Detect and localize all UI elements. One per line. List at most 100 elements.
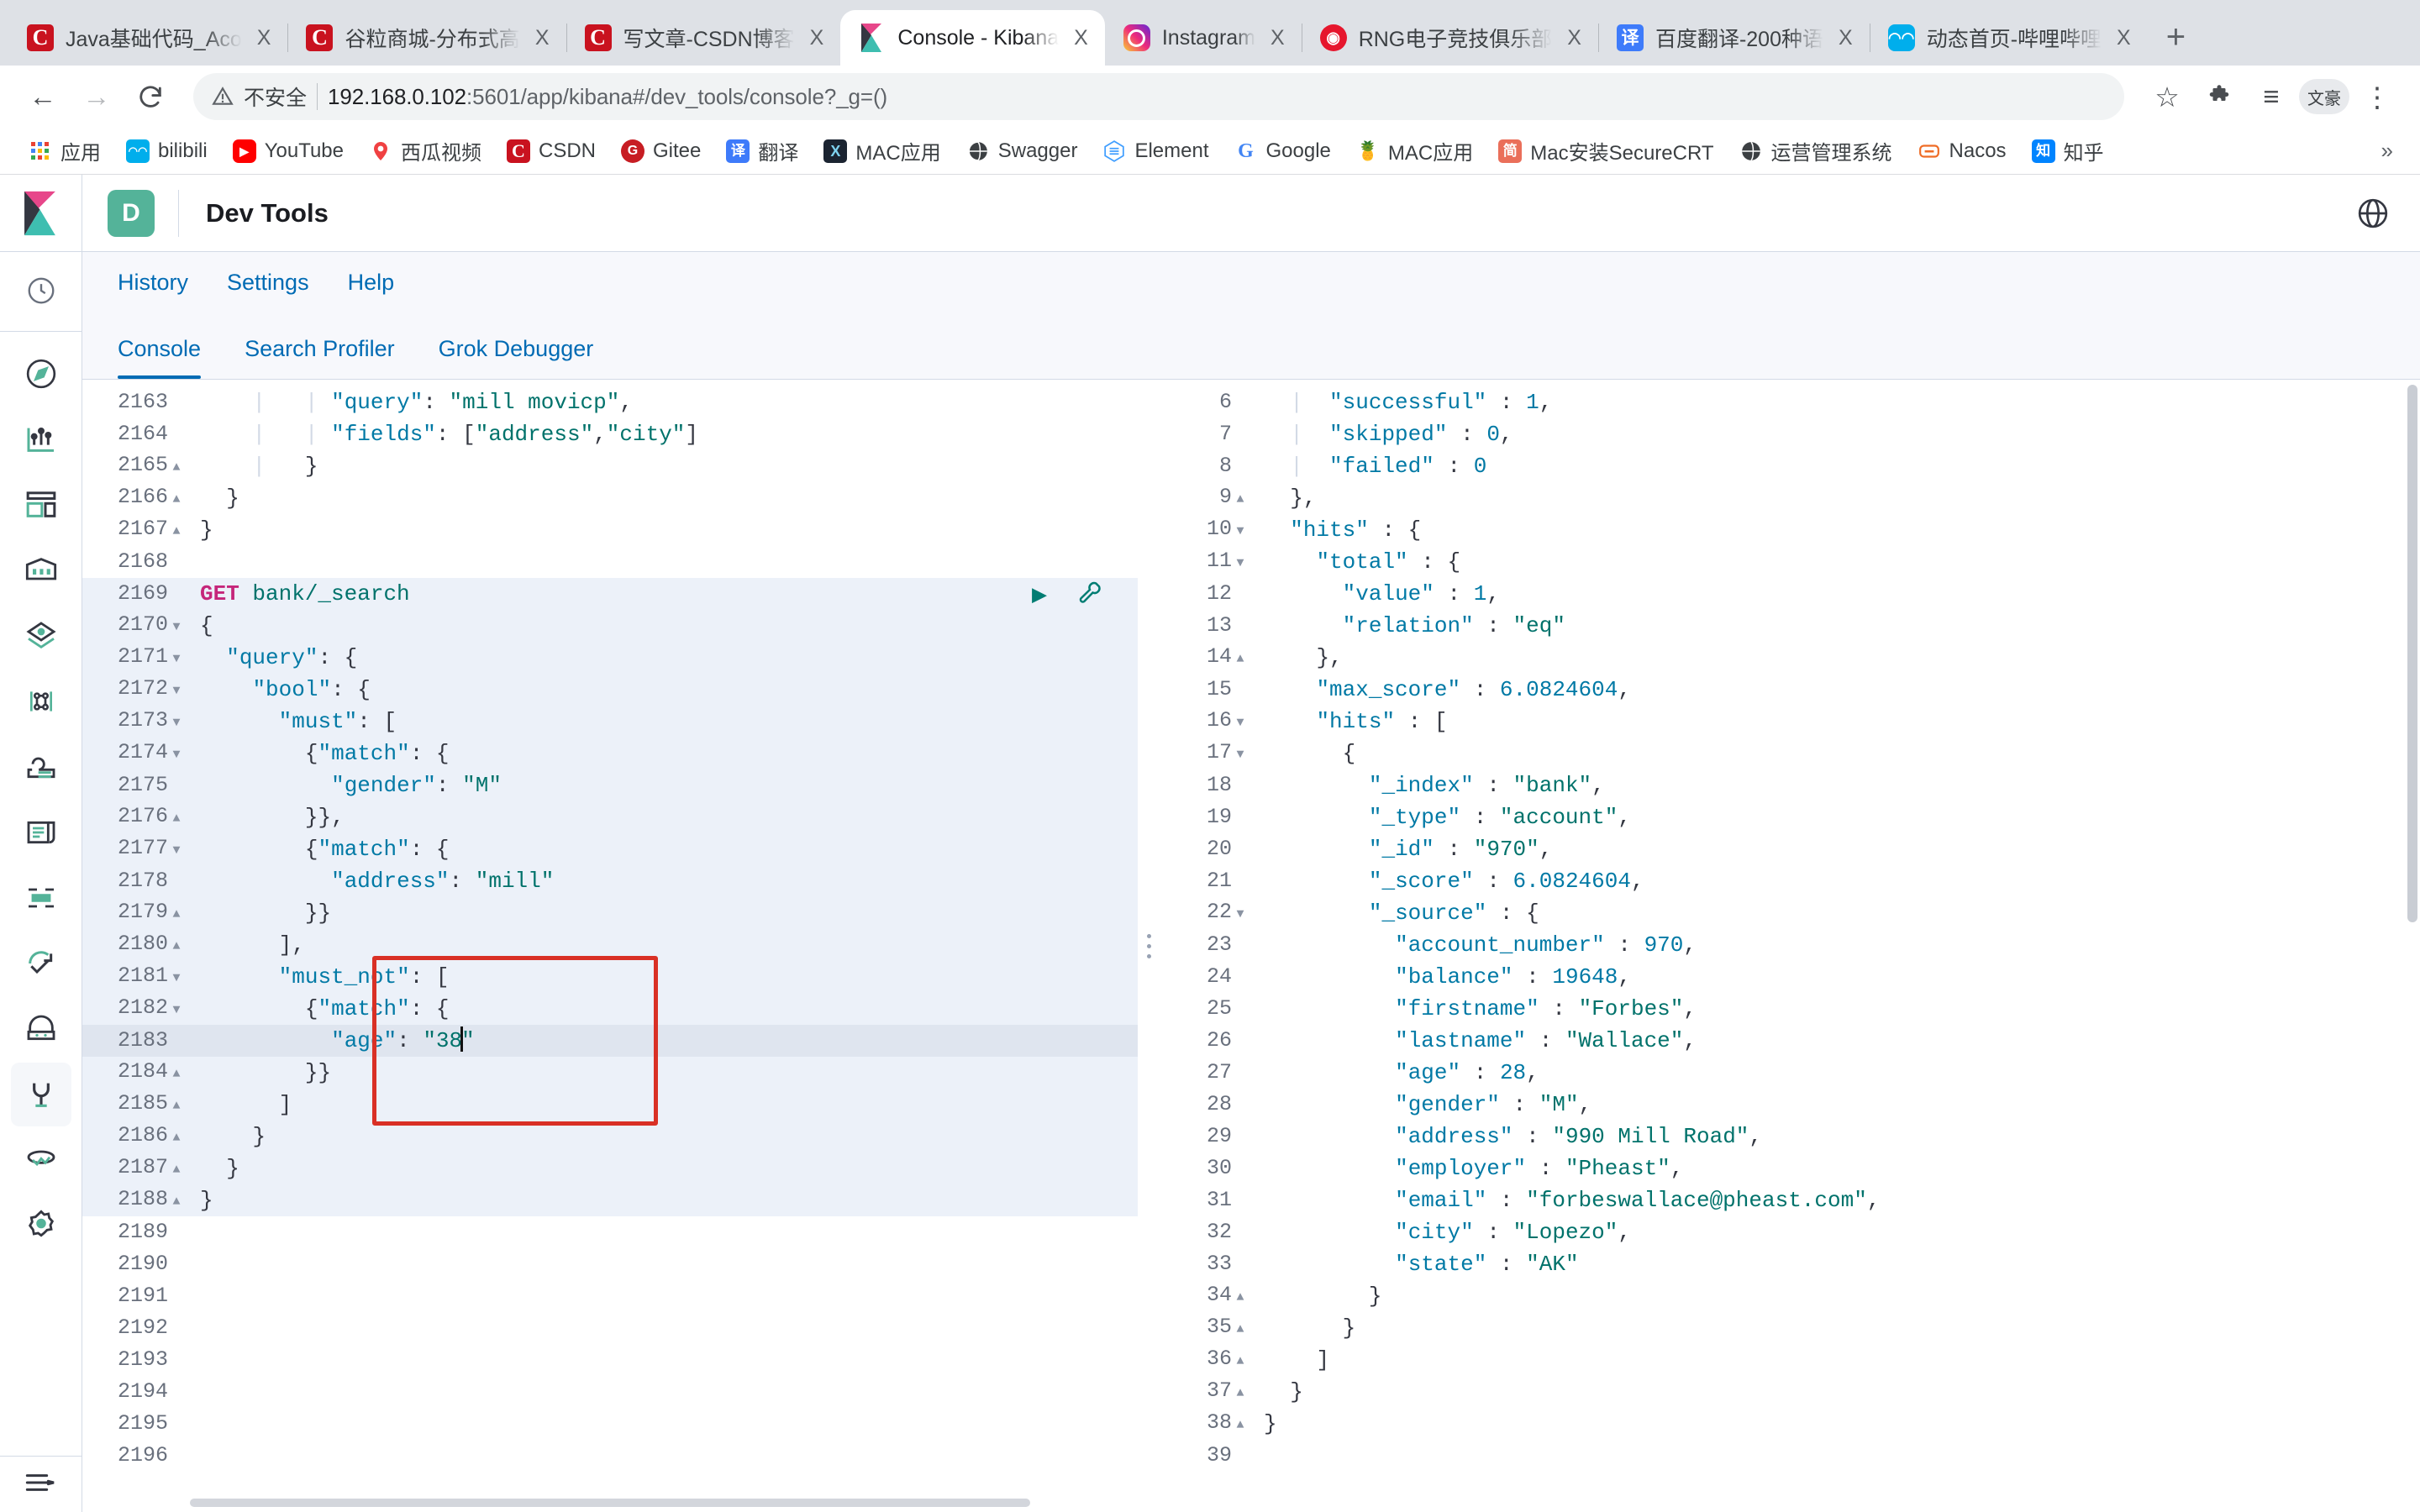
code-line[interactable]: 2173 ▼ "must": [ [82,706,1138,738]
fold-toggle-icon[interactable]: ▼ [1232,899,1249,931]
bookmark-star-icon[interactable]: ☆ [2143,72,2191,121]
tab-close-icon[interactable]: X [1835,26,1856,50]
code-line[interactable]: 2181 ▼ "must_not": [ [82,961,1138,993]
code-line[interactable]: 2187 ▲ } [82,1152,1138,1184]
sidebar-collapse-button[interactable] [0,1456,82,1512]
tab-close-icon[interactable]: X [1071,26,1092,50]
fold-toggle-icon[interactable]: ▲ [168,931,185,963]
code-line[interactable]: 2163 | | "query": "mill movicp", [82,386,1138,418]
fold-toggle-icon[interactable]: ▲ [168,1058,185,1090]
code-line[interactable]: 2179 ▲ }} [82,897,1138,929]
sidebar-item-monitoring[interactable] [11,1128,71,1192]
wrench-icon[interactable] [1078,581,1103,606]
sidebar-item-recently-viewed[interactable] [11,259,71,323]
fold-toggle-icon[interactable]: ▲ [1232,1410,1249,1441]
back-icon[interactable]: ← [18,72,67,121]
subnav-help[interactable]: Help [348,270,395,296]
new-tab-button[interactable]: + [2148,20,2204,66]
sidebar-item-management[interactable] [11,1194,71,1257]
bookmark-mac-app-pineapple[interactable]: 🍍 MAC应用 [1346,131,1483,171]
sidebar-item-dashboard[interactable] [11,473,71,537]
browser-tab[interactable]: C Java基础代码_Aco X [8,10,287,66]
fold-toggle-icon[interactable]: ▲ [168,1186,185,1218]
sidebar-item-maps[interactable] [11,604,71,668]
sidebar-item-siem[interactable] [11,997,71,1061]
fold-toggle-icon[interactable]: ▼ [1232,739,1249,771]
reading-list-icon[interactable]: ≡ [2247,72,2296,121]
fold-toggle-icon[interactable]: ▲ [168,1090,185,1122]
code-line[interactable]: 2188 ▲} [82,1184,1138,1216]
fold-toggle-icon[interactable]: ▼ [168,963,185,995]
fold-toggle-icon[interactable]: ▲ [168,452,185,484]
bookmark-bilibili[interactable]: ◠◠ bilibili [116,134,218,168]
code-line[interactable]: 2182 ▼ {"match": { [82,993,1138,1025]
code-line[interactable]: 2170 ▼ { [82,610,1138,642]
bookmark-apps[interactable]: 应用 [18,131,111,171]
fold-toggle-icon[interactable]: ▲ [168,803,185,835]
bookmark-nacos[interactable]: Nacos [1907,134,2017,168]
browser-tab-active[interactable]: Console - Kibana X [840,10,1105,66]
response-viewer[interactable]: 6 | "successful" : 1, 7 | "skipped" : 0, 8… [1160,380,2420,1512]
tab-search-profiler[interactable]: Search Profiler [245,336,395,379]
fold-toggle-icon[interactable]: ▲ [1232,484,1249,516]
bookmark-securecrt[interactable]: 简 Mac安装SecureCRT [1488,131,1723,171]
help-globe-icon[interactable] [2356,197,2390,230]
forward-icon[interactable]: → [72,72,121,121]
code-line[interactable]: 2193 [82,1344,1138,1376]
reload-icon[interactable] [126,72,175,121]
code-line[interactable]: 2185 ▲ ] [82,1089,1138,1121]
tab-close-icon[interactable]: X [532,26,553,50]
code-line[interactable]: 2195 [82,1408,1138,1440]
tab-close-icon[interactable]: X [1267,26,1288,50]
tab-close-icon[interactable]: X [2113,26,2134,50]
bookmark-swagger[interactable]: Swagger [956,134,1088,168]
code-line[interactable]: 2175 "gender": "M" [82,769,1138,801]
tab-close-icon[interactable]: X [254,26,275,50]
code-line[interactable]: 2169 GET bank/_search [82,578,1138,610]
fold-toggle-icon[interactable]: ▼ [168,995,185,1026]
fold-toggle-icon[interactable]: ▼ [168,835,185,867]
fold-toggle-icon[interactable]: ▲ [168,484,185,516]
fold-toggle-icon[interactable]: ▼ [1232,548,1249,580]
bookmark-google[interactable]: G Google [1224,134,1341,168]
code-line[interactable]: 2184 ▲ }} [82,1057,1138,1089]
tab-grok-debugger[interactable]: Grok Debugger [439,336,594,379]
browser-tab[interactable]: C 写文章-CSDN博客 X [566,10,841,66]
browser-tab[interactable]: ◠◠ 动态首页-哔哩哔哩 X [1869,10,2148,66]
code-line[interactable]: 2166 ▲ } [82,482,1138,514]
sidebar-item-dev-tools[interactable] [10,1063,71,1126]
profile-avatar[interactable]: 文豪 [2299,79,2349,114]
tab-console[interactable]: Console [118,336,202,379]
bookmark-zhihu[interactable]: 知 知乎 [2022,131,2114,171]
subnav-history[interactable]: History [118,270,188,296]
sidebar-item-infrastructure[interactable] [11,735,71,799]
bookmark-ops-system[interactable]: 运营管理系统 [1729,131,1902,171]
request-editor[interactable]: 2163 | | "query": "mill movicp", 2164 | |… [82,380,1138,1512]
bookmark-xigua[interactable]: 西瓜视频 [359,131,492,171]
sidebar-item-machine-learning[interactable] [11,669,71,733]
fold-toggle-icon[interactable]: ▼ [168,675,185,707]
sidebar-item-uptime[interactable] [11,932,71,995]
code-line[interactable]: 2180 ▲ ], [82,929,1138,961]
fold-toggle-icon[interactable]: ▼ [168,612,185,643]
code-line[interactable]: 2178 "address": "mill" [82,865,1138,897]
tab-close-icon[interactable]: X [807,26,828,50]
fold-toggle-icon[interactable]: ▲ [1232,1314,1249,1346]
fold-toggle-icon[interactable]: ▲ [168,899,185,931]
sidebar-item-apm[interactable] [11,866,71,930]
editor-horizontal-scrollbar[interactable] [190,1499,1113,1507]
code-line[interactable]: 2172 ▼ "bool": { [82,674,1138,706]
code-line[interactable]: 2176 ▲ }}, [82,801,1138,833]
sidebar-item-visualize[interactable] [11,407,71,471]
chrome-menu-icon[interactable]: ⋮ [2353,72,2402,121]
code-line[interactable]: 2174 ▼ {"match": { [82,738,1138,769]
tab-close-icon[interactable]: X [1564,26,1585,50]
extensions-puzzle-icon[interactable] [2195,72,2244,121]
bookmark-translate[interactable]: 译 翻译 [716,131,808,171]
fold-toggle-icon[interactable]: ▼ [168,643,185,675]
code-line[interactable]: 2189 [82,1216,1138,1248]
sidebar-item-discover[interactable] [11,342,71,406]
fold-toggle-icon[interactable]: ▲ [1232,1282,1249,1314]
code-line[interactable]: 2168 [82,546,1138,578]
code-line[interactable]: 2191 [82,1280,1138,1312]
